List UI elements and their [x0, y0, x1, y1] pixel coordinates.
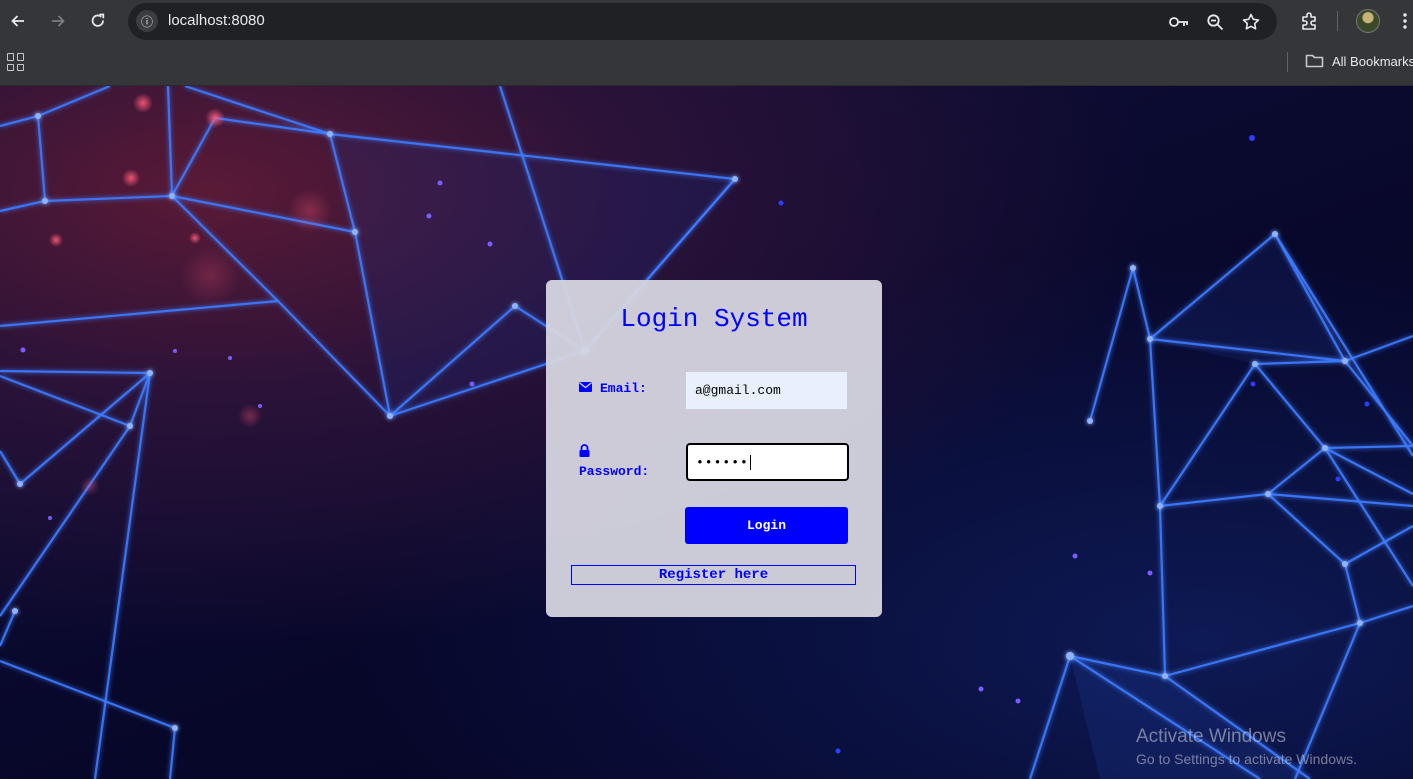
register-link[interactable]: Register here	[571, 565, 856, 585]
email-label: Email:	[600, 381, 647, 396]
zoom-icon[interactable]	[1204, 11, 1226, 33]
login-card: Login System Email: a@gmail.com Password…	[546, 280, 882, 617]
all-bookmarks-label[interactable]: All Bookmarks	[1332, 54, 1413, 69]
login-button[interactable]: Login	[685, 507, 848, 544]
envelope-icon	[579, 382, 592, 392]
password-masked-value: ••••••	[696, 455, 749, 470]
password-label: Password:	[579, 464, 650, 479]
extensions-icon[interactable]	[1297, 9, 1321, 33]
profile-avatar[interactable]	[1356, 9, 1380, 33]
forward-icon[interactable]	[46, 9, 70, 33]
address-bar[interactable]: ⓘ localhost:8080	[128, 3, 1277, 40]
apps-grid-icon[interactable]	[7, 53, 25, 71]
text-caret	[749, 455, 751, 471]
email-field[interactable]: a@gmail.com	[686, 372, 847, 409]
folder-icon	[1305, 54, 1324, 68]
address-url[interactable]: localhost:8080	[168, 12, 265, 29]
reload-icon[interactable]	[86, 9, 110, 33]
bookmarks-bar	[0, 42, 1413, 86]
bookmarks-divider	[1287, 52, 1288, 72]
password-field[interactable]: ••••••	[686, 443, 849, 481]
login-title: Login System	[620, 304, 808, 334]
toolbar-divider	[1337, 11, 1338, 31]
site-info-icon[interactable]: ⓘ	[136, 10, 158, 32]
password-key-icon[interactable]	[1168, 11, 1190, 33]
page-viewport: Login System Email: a@gmail.com Password…	[0, 86, 1413, 779]
activate-windows-watermark: Activate Windows Go to Settings to activ…	[1136, 726, 1357, 767]
watermark-subtitle: Go to Settings to activate Windows.	[1136, 751, 1357, 767]
lock-icon	[579, 444, 590, 457]
watermark-title: Activate Windows	[1136, 726, 1286, 747]
bookmark-star-icon[interactable]	[1240, 11, 1262, 33]
browser-toolbar: ⓘ localhost:8080	[0, 0, 1413, 42]
back-icon[interactable]	[6, 9, 30, 33]
menu-kebab-icon[interactable]	[1398, 9, 1412, 33]
